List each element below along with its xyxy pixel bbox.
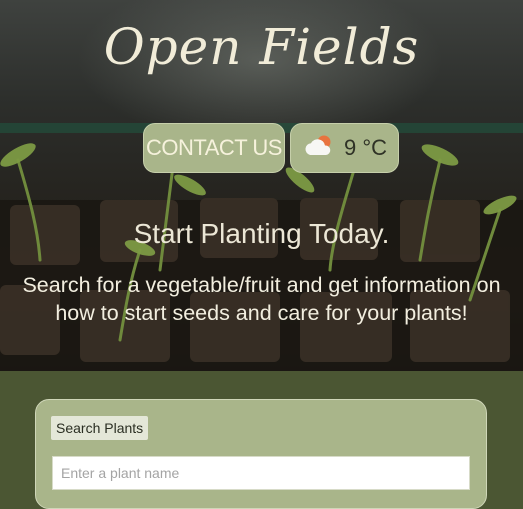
hero-banner: Open Fields CONTACT US 9 °C Start Planti… xyxy=(0,0,523,371)
search-label: Search Plants xyxy=(51,416,149,440)
contact-us-button[interactable]: CONTACT US xyxy=(143,123,285,173)
weather-temperature: 9 °C xyxy=(343,135,388,160)
search-panel: Search Plants xyxy=(35,399,487,509)
site-logo-title: Open Fields xyxy=(103,18,420,76)
cloud-sun-icon xyxy=(302,133,336,163)
weather-widget: 9 °C xyxy=(290,123,399,173)
hero-headline: Start Planting Today. xyxy=(133,218,390,249)
hero-subtitle: Search for a vegetable/fruit and get inf… xyxy=(22,273,501,325)
